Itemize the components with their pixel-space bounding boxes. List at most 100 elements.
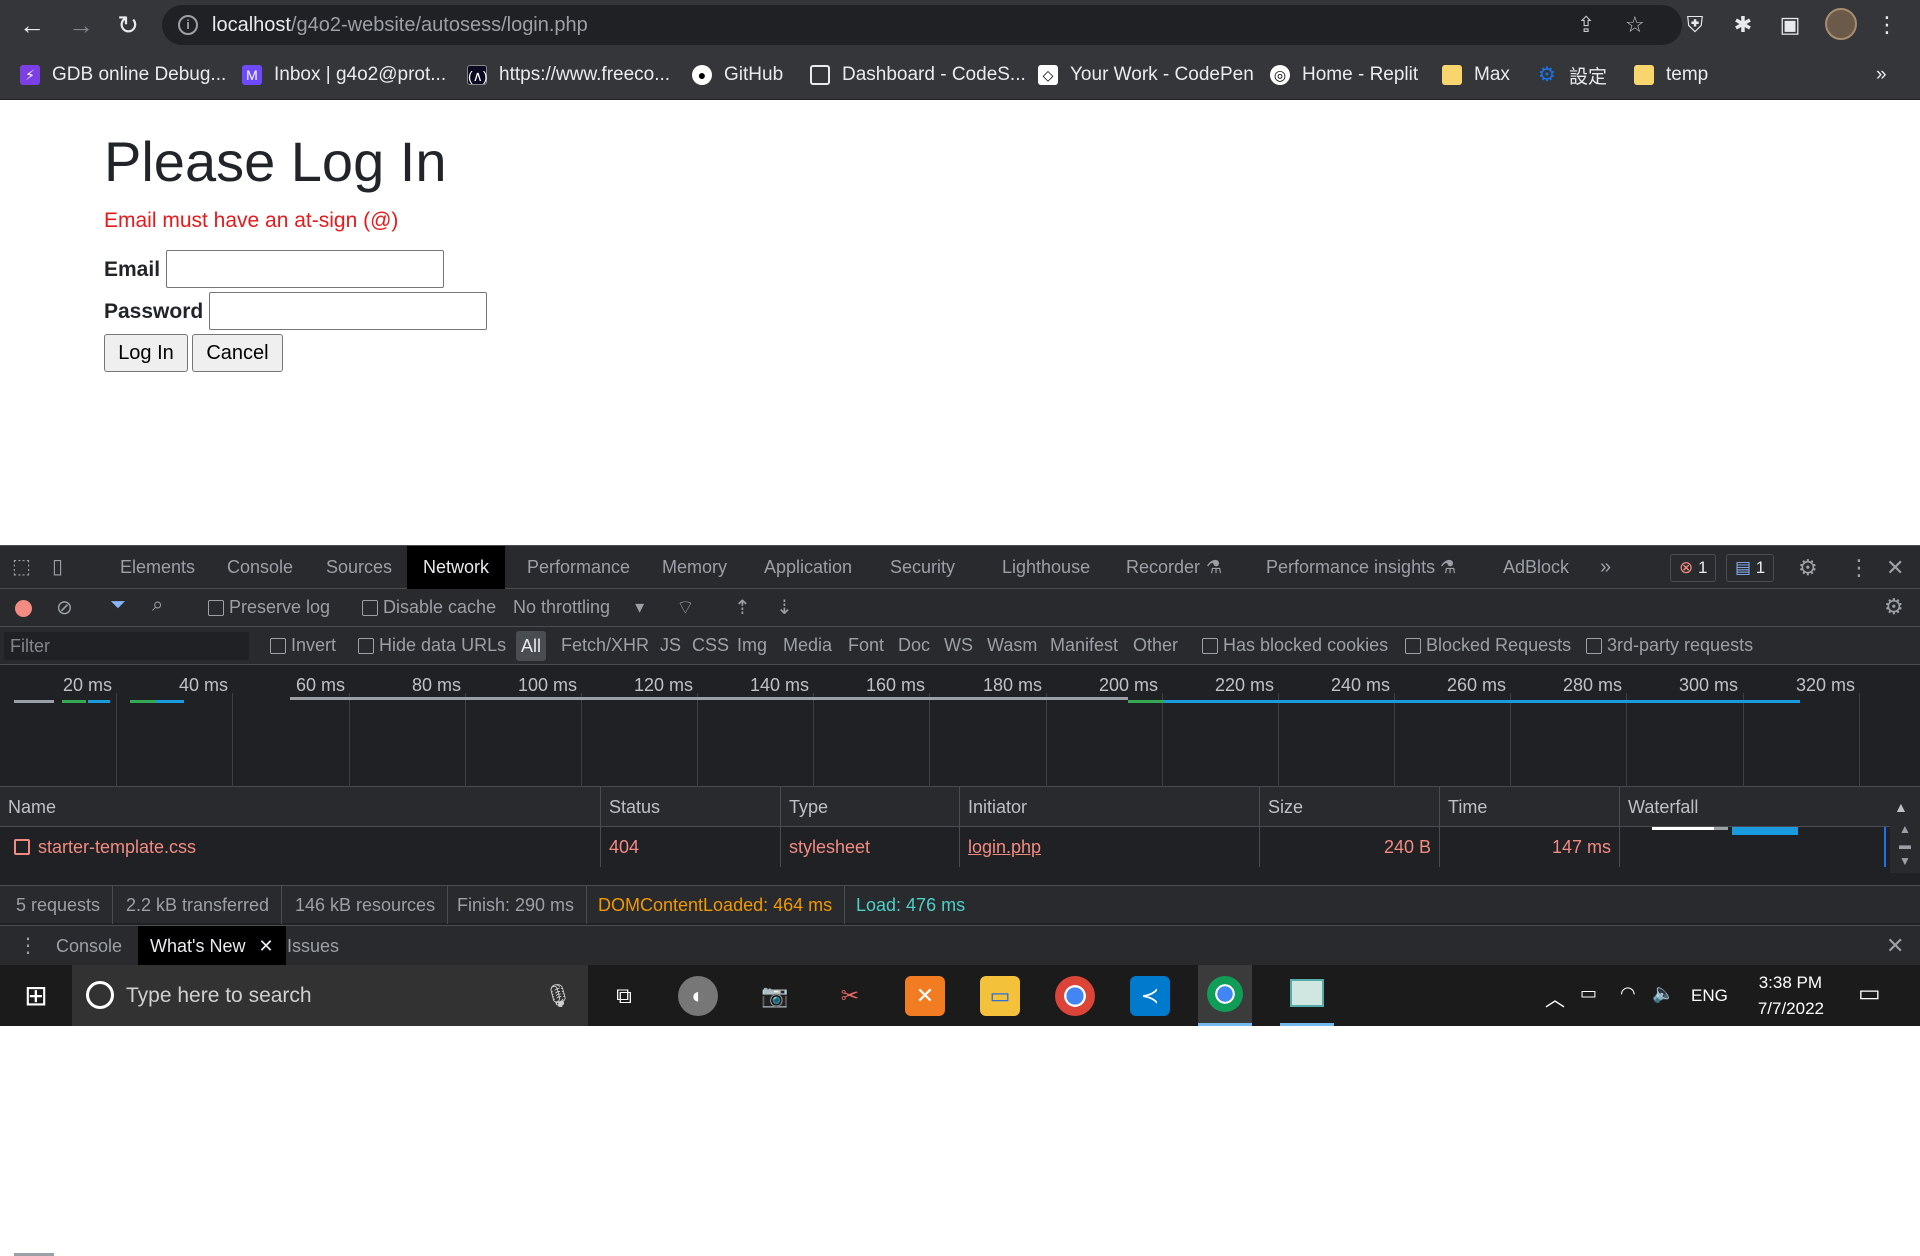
- row-name-cell[interactable]: starter-template.css: [0, 827, 601, 867]
- search-icon[interactable]: ⌕: [152, 594, 163, 617]
- email-input[interactable]: [166, 250, 444, 288]
- type-filter-wasm[interactable]: Wasm: [987, 635, 1037, 656]
- tab-adblock[interactable]: AdBlock: [1503, 546, 1569, 589]
- bookmark-codepen[interactable]: ◇ Your Work - CodePen: [1038, 60, 1254, 90]
- column-type[interactable]: Type: [781, 787, 960, 827]
- star-icon[interactable]: ☆: [1625, 14, 1645, 36]
- inspect-element-icon[interactable]: ⬚: [12, 546, 31, 589]
- checkbox[interactable]: [362, 600, 378, 617]
- tab-console[interactable]: Console: [227, 546, 293, 589]
- close-devtools-icon[interactable]: ✕: [1886, 546, 1904, 589]
- tab-performance-insights[interactable]: Performance insights: [1266, 546, 1435, 589]
- menu-kebab-icon[interactable]: ⋮: [1872, 10, 1902, 40]
- column-name[interactable]: Name: [0, 787, 601, 827]
- drawer-tab-console[interactable]: Console: [56, 926, 122, 966]
- file-explorer-icon[interactable]: ▭: [980, 976, 1020, 1016]
- terminal-app-icon[interactable]: [1280, 965, 1334, 1026]
- microphone-icon[interactable]: 🎙: [544, 965, 572, 1026]
- network-conditions-icon[interactable]: ⌔: [676, 595, 695, 620]
- disable-cache-checkbox[interactable]: Disable cache: [362, 597, 496, 618]
- filter-icon[interactable]: ⏷: [110, 594, 126, 617]
- windows-start-icon[interactable]: ⊞: [16, 976, 56, 1016]
- cancel-button[interactable]: Cancel: [192, 334, 283, 372]
- row-initiator-link[interactable]: login.php: [960, 827, 1260, 867]
- clock-date[interactable]: 7/7/2022: [1750, 999, 1824, 1019]
- tab-lighthouse[interactable]: Lighthouse: [1002, 546, 1090, 589]
- snipping-tool-icon[interactable]: ✂: [830, 976, 870, 1016]
- xampp-icon[interactable]: ✕: [905, 976, 945, 1016]
- media-app-icon[interactable]: ◐: [678, 976, 718, 1016]
- tab-security[interactable]: Security: [890, 546, 955, 589]
- taskbar-search-box[interactable]: Type here to search 🎙: [72, 965, 588, 1026]
- bookmark-replit[interactable]: ◎ Home - Replit: [1270, 60, 1418, 90]
- checkbox[interactable]: [358, 638, 374, 655]
- battery-icon[interactable]: ▭: [1580, 983, 1597, 1004]
- network-overview-timeline[interactable]: 20 ms 40 ms 60 ms 80 ms 100 ms 120 ms 14…: [0, 665, 1920, 1256]
- column-status[interactable]: Status: [601, 787, 781, 827]
- language-indicator[interactable]: ENG: [1691, 986, 1728, 1006]
- bookmark-freecodecamp[interactable]: (∧) https://www.freeco...: [467, 60, 670, 90]
- type-filter-media[interactable]: Media: [783, 635, 832, 656]
- bookmark-folder-max[interactable]: Max: [1442, 60, 1510, 90]
- notifications-icon[interactable]: ▭: [1858, 979, 1881, 1008]
- hide-data-urls-checkbox[interactable]: Hide data URLs: [358, 635, 506, 656]
- show-hidden-icons[interactable]: ︿: [1545, 983, 1565, 1012]
- export-har-icon[interactable]: ⇣: [776, 595, 793, 620]
- password-input[interactable]: [209, 292, 487, 330]
- type-filter-css[interactable]: CSS: [692, 635, 729, 656]
- wifi-icon[interactable]: ◠: [1620, 983, 1636, 1004]
- close-tab-icon[interactable]: ✕: [258, 936, 273, 956]
- type-filter-font[interactable]: Font: [848, 635, 884, 656]
- error-count-badge[interactable]: ⊗ 1: [1670, 554, 1717, 582]
- checkbox[interactable]: [1405, 638, 1421, 655]
- message-count-badge[interactable]: ▤ 1: [1726, 554, 1775, 582]
- chrome-active-icon[interactable]: [1198, 965, 1252, 1026]
- ublock-icon[interactable]: ⛨: [1680, 10, 1710, 40]
- login-button[interactable]: Log In: [104, 334, 188, 372]
- reload-icon[interactable]: ↻: [113, 10, 143, 40]
- type-filter-img[interactable]: Img: [737, 635, 767, 656]
- type-filter-js[interactable]: JS: [660, 635, 681, 656]
- back-arrow-icon[interactable]: ←: [17, 10, 47, 40]
- type-filter-doc[interactable]: Doc: [898, 635, 930, 656]
- table-row[interactable]: starter-template.css 404 stylesheet logi…: [0, 821, 1920, 873]
- profile-avatar[interactable]: [1825, 8, 1857, 40]
- network-settings-icon[interactable]: ⚙: [1884, 594, 1904, 620]
- bookmark-codesignal[interactable]: Dashboard - CodeS...: [810, 60, 1026, 90]
- tab-performance[interactable]: Performance: [527, 546, 630, 589]
- tab-recorder[interactable]: Recorder: [1126, 546, 1200, 589]
- column-size[interactable]: Size: [1260, 787, 1440, 827]
- close-drawer-icon[interactable]: ✕: [1886, 926, 1904, 966]
- extensions-icon[interactable]: ✱: [1728, 10, 1758, 40]
- more-tabs-icon[interactable]: »: [1600, 546, 1611, 589]
- type-filter-fetch-xhr[interactable]: Fetch/XHR: [561, 635, 649, 656]
- volume-icon[interactable]: 🔈: [1652, 983, 1674, 1004]
- kebab-menu-icon[interactable]: ⋮: [1848, 546, 1870, 589]
- vscode-icon[interactable]: ≺: [1130, 976, 1170, 1016]
- type-filter-ws[interactable]: WS: [944, 635, 973, 656]
- type-filter-other[interactable]: Other: [1133, 635, 1178, 656]
- column-waterfall[interactable]: Waterfall: [1620, 787, 1880, 827]
- task-view-icon[interactable]: ⧉: [604, 976, 644, 1016]
- more-bookmarks-icon[interactable]: »: [1876, 60, 1887, 90]
- has-blocked-cookies-checkbox[interactable]: Has blocked cookies: [1202, 635, 1388, 656]
- settings-gear-icon[interactable]: ⚙: [1798, 546, 1818, 589]
- tab-network[interactable]: Network: [407, 546, 506, 589]
- tab-sources[interactable]: Sources: [326, 546, 392, 589]
- clear-icon[interactable]: ⊘: [56, 595, 73, 620]
- invert-checkbox[interactable]: Invert: [270, 635, 336, 656]
- checkbox[interactable]: [270, 638, 286, 655]
- throttling-select[interactable]: No throttling ▾: [513, 597, 644, 618]
- drawer-menu-icon[interactable]: ⋮: [18, 926, 38, 966]
- tab-application[interactable]: Application: [764, 546, 852, 589]
- table-scrollbar[interactable]: ▲ ▬ ▼: [1890, 821, 1920, 873]
- checkbox[interactable]: [1202, 638, 1218, 655]
- chrome-icon[interactable]: [1055, 976, 1095, 1016]
- column-initiator[interactable]: Initiator: [960, 787, 1260, 827]
- share-icon[interactable]: ⇪: [1577, 14, 1595, 36]
- side-panel-icon[interactable]: ▣: [1775, 10, 1805, 40]
- type-filter-manifest[interactable]: Manifest: [1050, 635, 1118, 656]
- forward-arrow-icon[interactable]: →: [66, 10, 96, 40]
- preserve-log-checkbox[interactable]: Preserve log: [208, 597, 330, 618]
- type-filter-all[interactable]: All: [516, 631, 546, 661]
